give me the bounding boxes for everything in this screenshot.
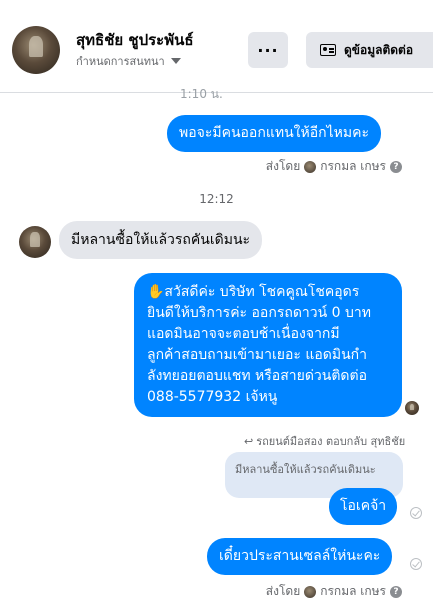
reply-arrow-icon: ↩ xyxy=(244,434,254,448)
caret-down-icon xyxy=(170,58,181,64)
more-options-button[interactable]: ··· xyxy=(248,32,288,68)
conversation-header: สุทธิชัย ชูประพันธ์ กำหนดการสนทนา ··· ดู… xyxy=(0,0,433,92)
outgoing-message[interactable]: เดี๋ยวประสานเซลล์ให่นะคะ xyxy=(207,538,393,575)
sender-avatar xyxy=(304,585,317,598)
message-line: ลูกค้าสอบถามเข้ามาเยอะ แอดมินกำ xyxy=(147,347,368,363)
conversation-status-dropdown[interactable]: กำหนดการสนทนา xyxy=(76,52,181,70)
sent-by-label: ส่งโดย xyxy=(265,159,301,173)
message-line: แอดมินอาจจะตอบช้าเนื่องจากมี xyxy=(147,326,340,342)
outgoing-message-auto-reply[interactable]: ✋สวัสดีค่ะ บริษัท โชคคูณโชคอุดร ยินดีให้… xyxy=(134,273,402,417)
sender-avatar[interactable] xyxy=(19,226,51,258)
help-icon[interactable]: ? xyxy=(390,585,402,598)
contact-name[interactable]: สุทธิชัย ชูประพันธ์ xyxy=(76,28,194,52)
sent-by-row: ส่งโดย กรกมล เกษร ? xyxy=(266,157,402,176)
sender-avatar xyxy=(304,160,317,173)
view-contact-info-button[interactable]: ดูข้อมูลติดต่อ xyxy=(306,32,433,68)
delivered-check-icon xyxy=(410,507,422,519)
message-line: 088-5577932 เจ้หนู xyxy=(147,389,278,405)
seen-by-avatar xyxy=(405,401,419,415)
help-icon[interactable]: ? xyxy=(390,160,402,173)
reply-context-label: ↩ รถยนต์มือสอง ตอบกลับ สุทธิชัย xyxy=(244,432,405,450)
sent-by-label: ส่งโดย xyxy=(265,584,301,598)
conversation-status-label: กำหนดการสนทนา xyxy=(76,55,165,68)
sender-name[interactable]: กรกมล เกษร xyxy=(320,582,386,601)
previous-timestamp: 1:10 น. xyxy=(180,87,223,101)
outgoing-reply-message[interactable]: โอเคจ้า xyxy=(329,488,398,525)
message-line: ยินดีให้บริการค่ะ ออกรถดาวน์ 0 บาท xyxy=(147,305,371,321)
reply-context-text: รถยนต์มือสอง ตอบกลับ สุทธิชัย xyxy=(256,435,406,448)
incoming-message[interactable]: มีหลานซื้อให้แล้วรถคันเดิมนะ xyxy=(59,221,263,259)
contact-avatar[interactable] xyxy=(12,26,60,74)
message-line: ลังทยอยตอบแชท หรือสายด่วนติดต่อ xyxy=(147,368,368,384)
outgoing-message[interactable]: พอจะมีคนออกแทนให้อีกไหมคะ xyxy=(167,115,381,152)
message-timestamp: 12:12 xyxy=(199,192,234,206)
delivered-check-icon xyxy=(410,558,422,570)
sender-name[interactable]: กรกมล เกษร xyxy=(320,157,386,176)
contact-card-icon xyxy=(320,44,336,56)
view-contact-info-label: ดูข้อมูลติดต่อ xyxy=(344,42,414,57)
message-line: ✋สวัสดีค่ะ บริษัท โชคคูณโชคอุดร xyxy=(147,284,360,300)
sent-by-row: ส่งโดย กรกมล เกษร ? xyxy=(266,582,402,601)
